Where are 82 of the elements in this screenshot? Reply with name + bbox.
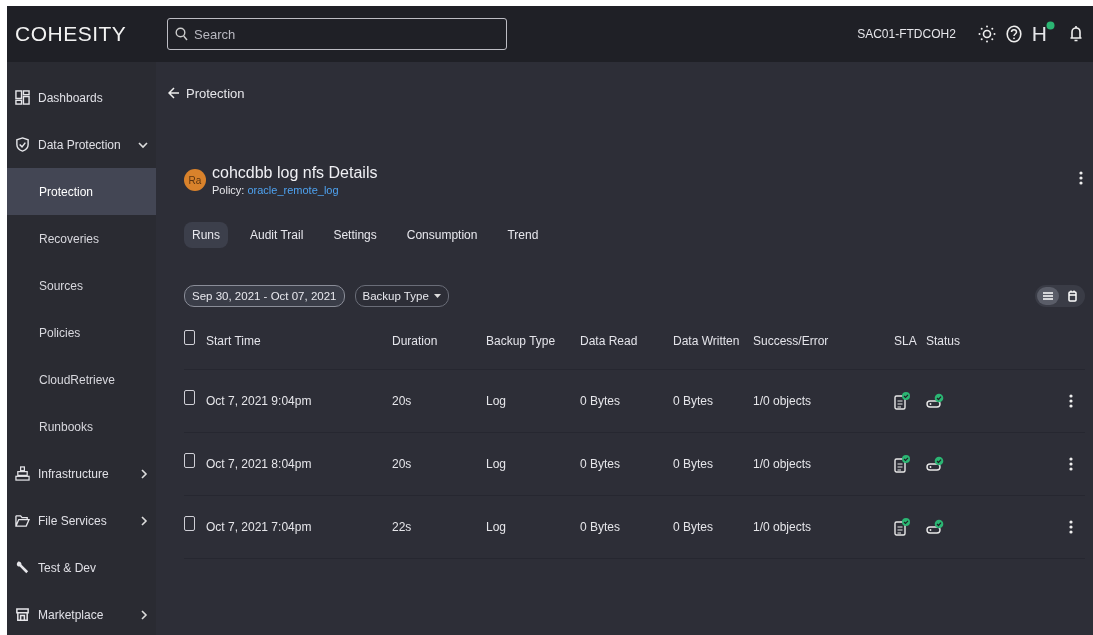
- tab[interactable]: Settings: [325, 222, 385, 248]
- tab[interactable]: Trend: [499, 222, 547, 248]
- chevron-down-icon[interactable]: [138, 140, 148, 149]
- table-cell: Log: [486, 457, 507, 471]
- sidebar-item[interactable]: Test & Dev: [7, 544, 156, 591]
- calendar-icon: [1067, 290, 1077, 302]
- date-range-filter[interactable]: Sep 30, 2021 - Oct 07, 2021: [184, 285, 345, 307]
- logo: COHESITY: [15, 22, 128, 46]
- avatar: Ra: [184, 169, 206, 191]
- search-field[interactable]: Search: [167, 18, 507, 50]
- more-icon[interactable]: [1079, 171, 1083, 185]
- column-header: Status: [926, 334, 961, 348]
- column-header: Data Read: [580, 334, 638, 348]
- sidebar-item[interactable]: Infrastructure: [7, 450, 156, 497]
- table-cell: 0 Bytes: [673, 457, 714, 471]
- sidebar-item[interactable]: File Services: [7, 497, 156, 544]
- table-cell: Log: [486, 520, 507, 534]
- sun-icon[interactable]: [977, 25, 996, 43]
- more-icon[interactable]: [1069, 394, 1073, 408]
- checkbox[interactable]: [184, 515, 195, 531]
- breadcrumb-link[interactable]: Protection: [186, 85, 245, 101]
- page-title: cohcdbb log nfs Details: [212, 164, 378, 182]
- table-cell: Oct 7, 2021 8:04pm: [206, 457, 312, 471]
- table-cell: Oct 7, 2021 9:04pm: [206, 394, 312, 408]
- column-header: SLA: [894, 334, 917, 348]
- table-cell: 20s: [392, 394, 412, 408]
- cluster-name[interactable]: SAC01-FTDCOH2: [857, 27, 956, 41]
- table-cell: 0 Bytes: [580, 520, 621, 534]
- column-header: Data Written: [673, 334, 740, 348]
- dashboard-icon: [15, 90, 30, 105]
- table-cell: 1/0 objects: [753, 394, 812, 408]
- status-dot-icon: [1046, 20, 1055, 30]
- shield-check-icon: [15, 137, 30, 152]
- table-cell: 1/0 objects: [753, 520, 812, 534]
- checkbox[interactable]: [184, 389, 195, 405]
- chevron-right-icon[interactable]: [140, 468, 148, 479]
- tab[interactable]: Runs: [184, 222, 228, 248]
- user-menu[interactable]: H: [1031, 22, 1047, 46]
- sidebar-subitem[interactable]: Runbooks: [7, 403, 156, 450]
- store-icon: [15, 607, 30, 622]
- sidebar-item[interactable]: Dashboards: [7, 74, 156, 121]
- sidebar-subitem[interactable]: Protection: [7, 168, 156, 215]
- chevron-right-icon[interactable]: [140, 609, 148, 620]
- policy-text: Policy: oracle_remote_log: [212, 184, 340, 196]
- caret-down-icon: [433, 294, 441, 298]
- table-cell: 22s: [392, 520, 412, 534]
- checkbox[interactable]: [184, 329, 195, 345]
- column-header: Duration: [392, 334, 438, 348]
- table-cell: Oct 7, 2021 7:04pm: [206, 520, 312, 534]
- tab[interactable]: Audit Trail: [242, 222, 312, 248]
- more-icon[interactable]: [1069, 457, 1073, 471]
- chevron-right-icon[interactable]: [140, 515, 148, 526]
- back-arrow-icon[interactable]: [168, 87, 180, 99]
- table-cell: 0 Bytes: [673, 520, 714, 534]
- sidebar-item[interactable]: Marketplace: [7, 591, 156, 635]
- sidebar-subitem[interactable]: Recoveries: [7, 215, 156, 262]
- sidebar-item[interactable]: Data Protection: [7, 121, 156, 168]
- wrench-icon: [15, 560, 30, 575]
- backup-type-dropdown[interactable]: Backup Type: [354, 285, 449, 307]
- more-icon[interactable]: [1069, 520, 1073, 534]
- sidebar-subitem[interactable]: Sources: [7, 262, 156, 309]
- table-cell: 20s: [392, 457, 412, 471]
- stacked-boxes-icon: [15, 466, 30, 481]
- column-header: Start Time: [206, 334, 261, 348]
- help-icon[interactable]: [1005, 25, 1022, 43]
- bell-icon[interactable]: [1069, 25, 1083, 43]
- column-header: Success/Error: [753, 334, 829, 348]
- column-header: Backup Type: [486, 334, 556, 348]
- table-cell: 1/0 objects: [753, 457, 812, 471]
- sidebar-subitem[interactable]: CloudRetrieve: [7, 356, 156, 403]
- tab[interactable]: Consumption: [398, 222, 486, 248]
- table-cell: 0 Bytes: [580, 394, 621, 408]
- checkbox[interactable]: [184, 452, 195, 468]
- list-view-button[interactable]: [1037, 287, 1059, 305]
- table-cell: Log: [486, 394, 507, 408]
- policy-link[interactable]: oracle_remote_log: [247, 184, 339, 196]
- folder-icon: [15, 513, 30, 528]
- table-cell: 0 Bytes: [580, 457, 621, 471]
- search-icon: [175, 27, 188, 41]
- list-icon: [1043, 292, 1053, 300]
- table-cell: 0 Bytes: [673, 394, 714, 408]
- sidebar-subitem[interactable]: Policies: [7, 309, 156, 356]
